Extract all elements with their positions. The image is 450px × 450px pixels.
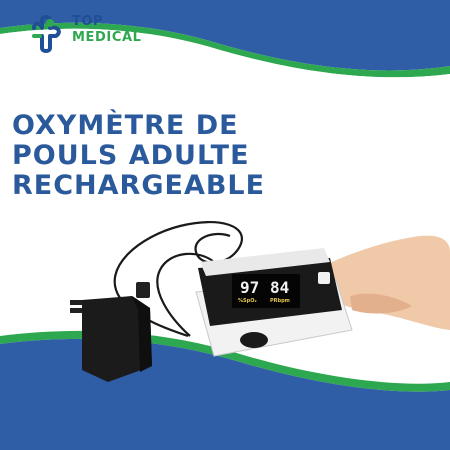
title-line-3: RECHARGEABLE: [12, 170, 266, 201]
product-title: OXYMÈTRE DE POULS ADULTE RECHARGEABLE: [12, 111, 332, 201]
pulse-value: 84: [270, 278, 290, 297]
spo2-label: %SpO₂: [238, 298, 257, 304]
wall-charger-image: [70, 282, 152, 382]
medical-cross-logo-icon: [32, 15, 61, 53]
brand-name-bottom: MEDICAL: [72, 30, 142, 45]
title-line-1: OXYMÈTRE DE: [12, 110, 239, 141]
brand-logo: TOP MEDICAL: [28, 12, 158, 56]
oximeter-readings: 97 84 %SpO₂ PRbpm: [236, 276, 298, 308]
spo2-value: 97: [240, 278, 260, 297]
background-waves: [0, 0, 450, 450]
pulse-label: PRbpm: [270, 298, 290, 304]
title-line-2: POULS ADULTE: [12, 140, 250, 171]
page-canvas: 97 84 %SpO₂ PRbpm TOP MEDICAL OXYMÈTRE D…: [0, 0, 450, 450]
power-button: [240, 332, 268, 348]
brand-name-top: TOP: [72, 14, 103, 29]
